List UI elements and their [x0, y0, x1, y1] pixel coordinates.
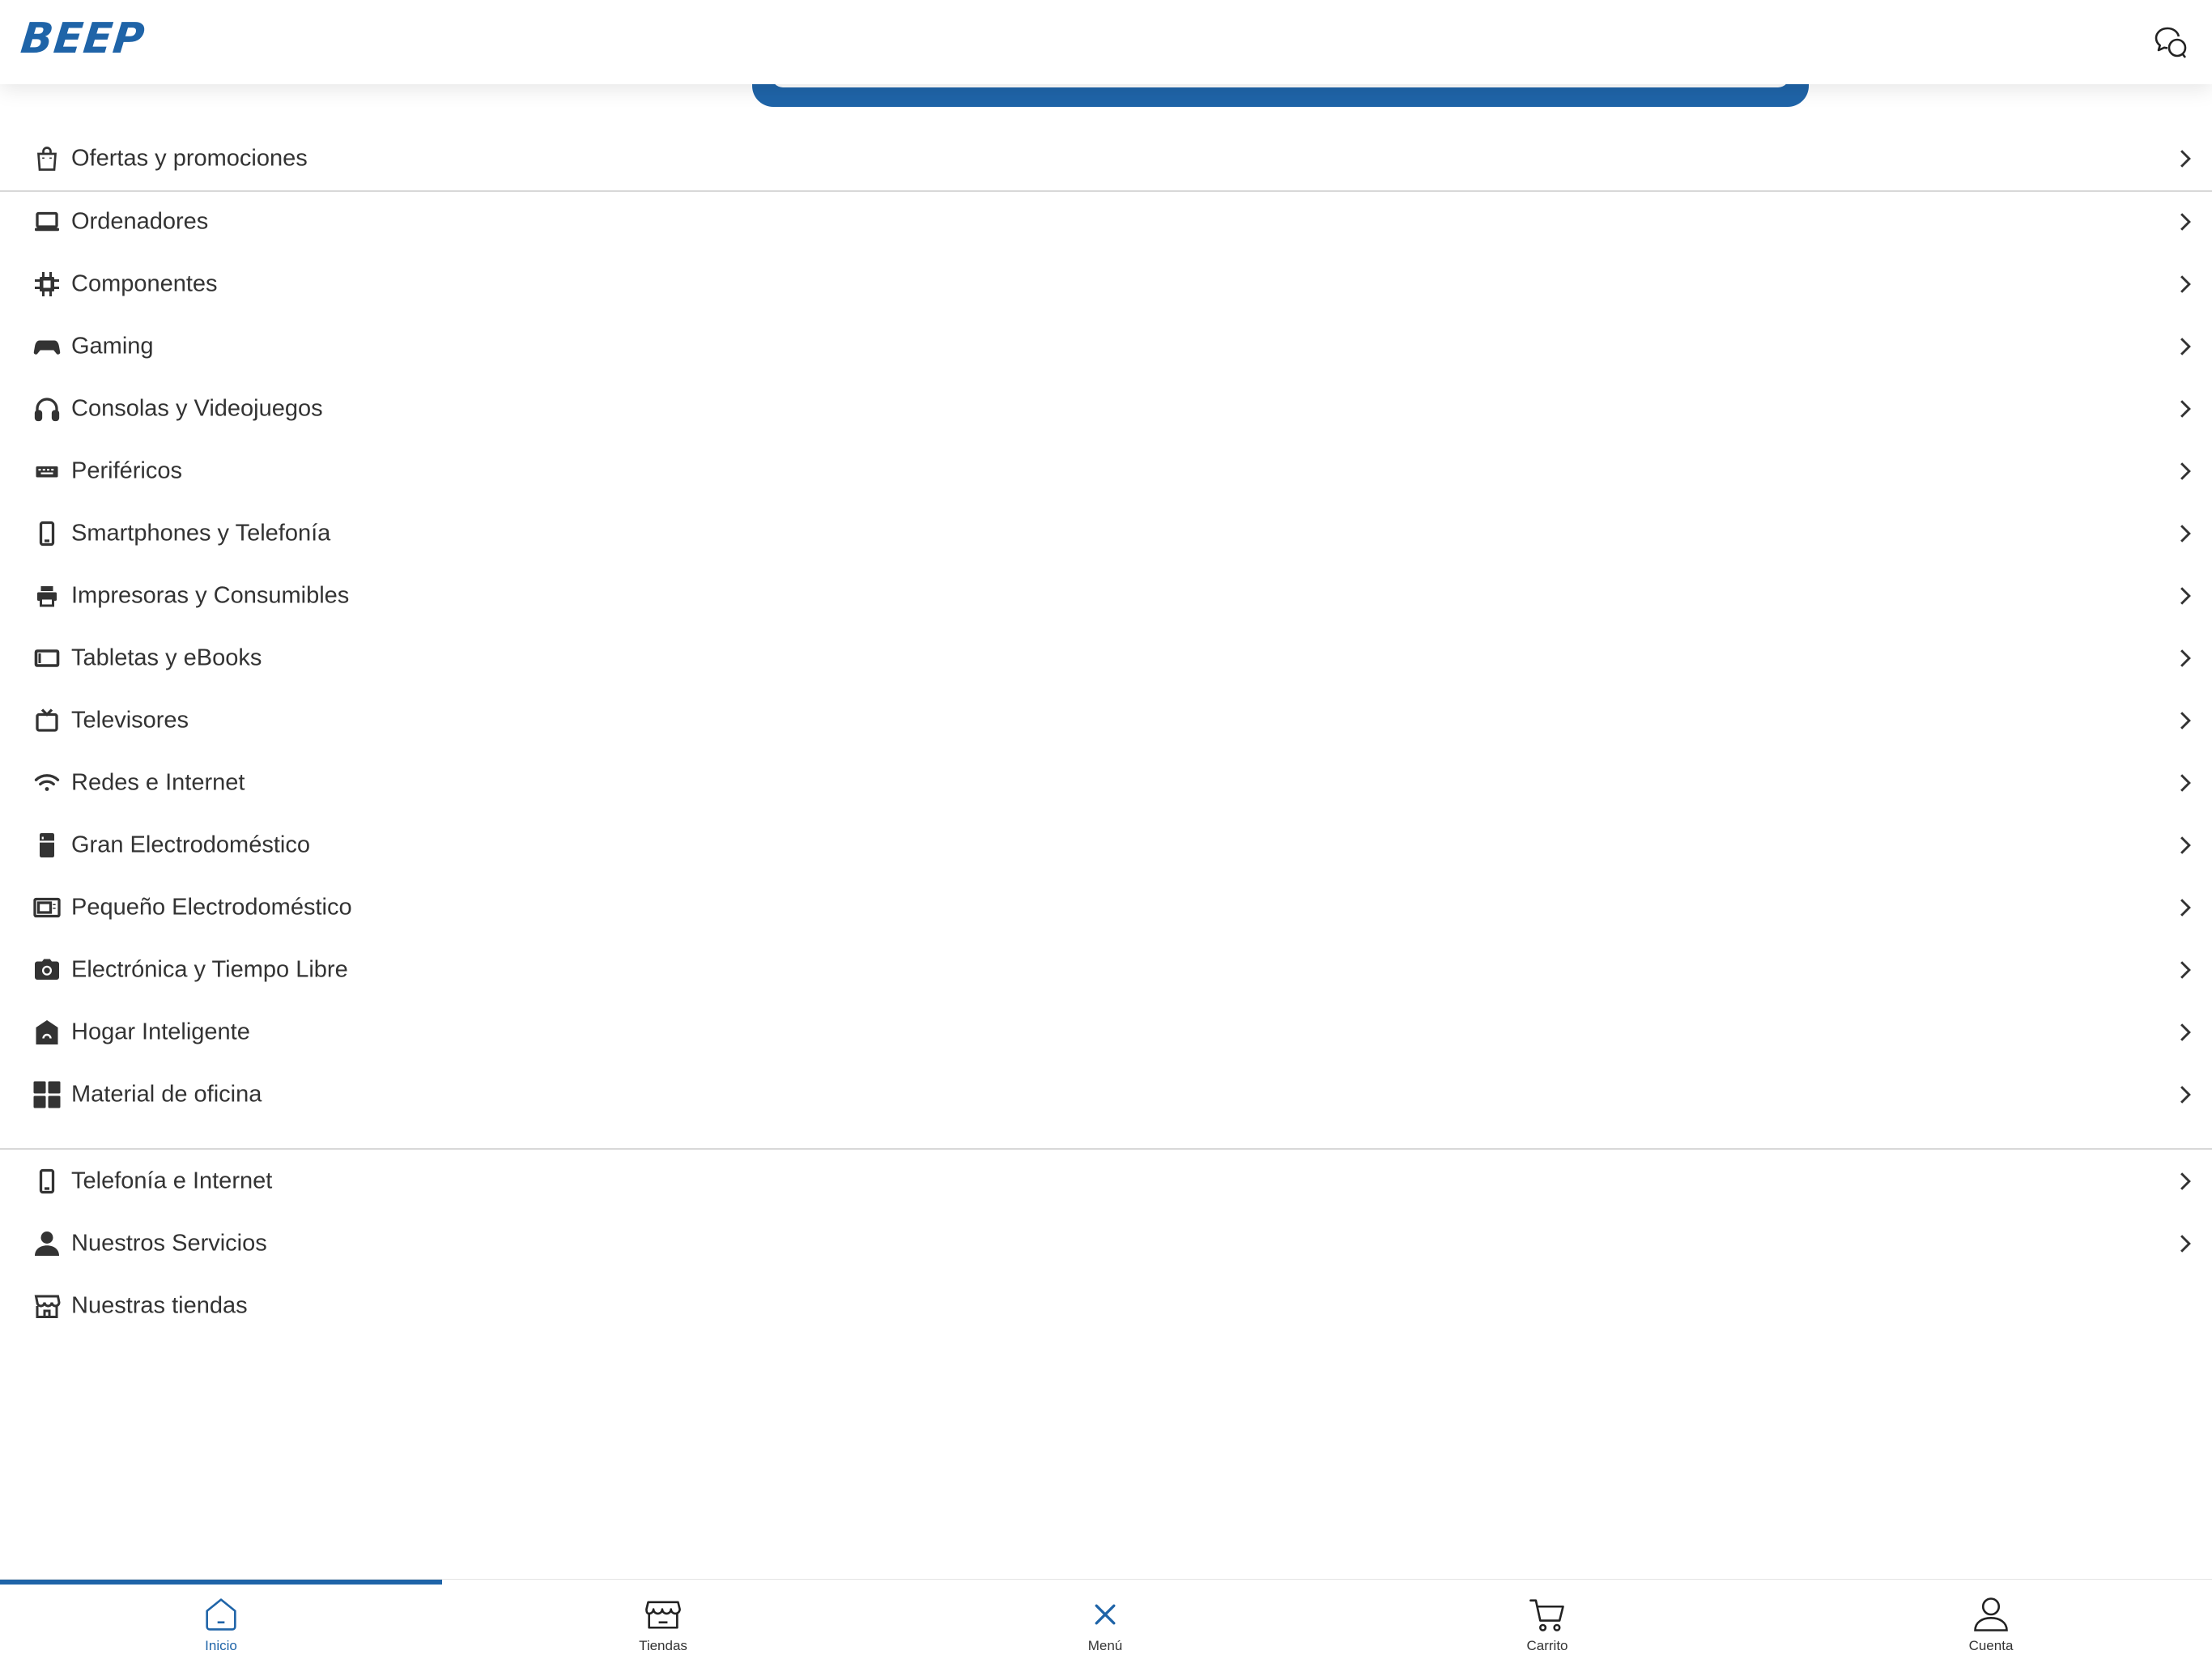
- menu-item-redes[interactable]: Redes e Internet: [0, 752, 2212, 814]
- menu-item-label: Pequeño Electrodoméstico: [71, 894, 352, 921]
- menu-item-label: Nuestros Servicios: [71, 1230, 267, 1257]
- chevron-right-icon: [2180, 774, 2191, 792]
- menu-item-label: Televisores: [71, 707, 189, 734]
- menu-item-label: Tabletas y eBooks: [71, 644, 262, 671]
- headset-icon: [31, 393, 63, 425]
- menu-item-gaming[interactable]: Gaming: [0, 316, 2212, 377]
- menu-item-label: Impresoras y Consumibles: [71, 582, 350, 609]
- person-icon: [31, 1227, 63, 1260]
- menu-item-electronica[interactable]: Electrónica y Tiempo Libre: [0, 939, 2212, 1001]
- store-icon: [31, 1290, 63, 1322]
- smartphone-icon: [31, 517, 63, 550]
- tablet-icon: [31, 642, 63, 674]
- grid-icon: [31, 1078, 63, 1111]
- tab-carrito[interactable]: Carrito: [1326, 1585, 1768, 1659]
- smartphone-icon: [31, 1165, 63, 1197]
- tab-label: Tiendas: [639, 1638, 687, 1653]
- gamepad-icon: [31, 330, 63, 363]
- chevron-right-icon: [2180, 649, 2191, 667]
- chat-bubbles-icon: [2155, 27, 2187, 58]
- close-icon: [1083, 1593, 1127, 1636]
- chevron-right-icon: [2180, 1086, 2191, 1104]
- chevron-right-icon: [2180, 275, 2191, 293]
- chevron-right-icon: [2180, 150, 2191, 168]
- wifi-icon: [31, 767, 63, 799]
- menu-item-nuestros-servicios[interactable]: Nuestros Servicios: [0, 1213, 2212, 1274]
- menu-item-label: Redes e Internet: [71, 769, 245, 796]
- chevron-right-icon: [2180, 587, 2191, 605]
- store-icon: [641, 1593, 685, 1636]
- brand-logo[interactable]: BEEP: [19, 15, 147, 63]
- fridge-icon: [31, 829, 63, 861]
- app-header: BEEP: [0, 0, 2212, 84]
- chevron-right-icon: [2180, 400, 2191, 418]
- bottom-nav: Inicio Tiendas Menú Carrito Cuenta: [0, 1579, 2212, 1659]
- menu-item-ordenadores[interactable]: Ordenadores: [0, 191, 2212, 253]
- menu-item-label: Ordenadores: [71, 208, 209, 235]
- menu-item-perifericos[interactable]: Periféricos: [0, 440, 2212, 502]
- menu-item-label: Nuestras tiendas: [71, 1292, 248, 1319]
- chevron-right-icon: [2180, 1172, 2191, 1190]
- menu-item-ofertas[interactable]: Ofertas y promociones: [0, 128, 2212, 189]
- menu-item-tabletas[interactable]: Tabletas y eBooks: [0, 627, 2212, 689]
- chevron-right-icon: [2180, 1023, 2191, 1041]
- menu-item-consolas[interactable]: Consolas y Videojuegos: [0, 378, 2212, 440]
- chevron-right-icon: [2180, 836, 2191, 854]
- menu-item-pequeno-electrodomestico[interactable]: Pequeño Electrodoméstico: [0, 877, 2212, 938]
- chat-button[interactable]: [2147, 19, 2194, 66]
- menu-item-label: Gran Electrodoméstico: [71, 832, 310, 858]
- tab-label: Inicio: [205, 1638, 237, 1653]
- divider: [0, 1148, 2212, 1150]
- menu-item-hogar-inteligente[interactable]: Hogar Inteligente: [0, 1002, 2212, 1063]
- menu-item-label: Electrónica y Tiempo Libre: [71, 956, 348, 983]
- printer-icon: [31, 580, 63, 612]
- menu-item-componentes[interactable]: Componentes: [0, 253, 2212, 315]
- tab-label: Menú: [1087, 1638, 1123, 1653]
- menu-item-nuestras-tiendas[interactable]: Nuestras tiendas: [0, 1275, 2212, 1337]
- menu-item-label: Material de oficina: [71, 1081, 262, 1108]
- chevron-right-icon: [2180, 1235, 2191, 1253]
- chevron-right-icon: [2180, 712, 2191, 730]
- menu-item-smartphones[interactable]: Smartphones y Telefonía: [0, 503, 2212, 564]
- menu-item-label: Ofertas y promociones: [71, 145, 308, 172]
- laptop-icon: [31, 206, 63, 238]
- menu-item-label: Componentes: [71, 270, 218, 297]
- microwave-icon: [31, 891, 63, 924]
- menu-item-impresoras[interactable]: Impresoras y Consumibles: [0, 565, 2212, 627]
- tab-label: Carrito: [1526, 1638, 1568, 1653]
- camera-icon: [31, 954, 63, 986]
- tv-icon: [31, 704, 63, 737]
- menu-item-material-oficina[interactable]: Material de oficina: [0, 1064, 2212, 1125]
- menu-item-label: Consolas y Videojuegos: [71, 395, 323, 422]
- menu-item-telefonia-internet[interactable]: Telefonía e Internet: [0, 1151, 2212, 1212]
- tab-inicio[interactable]: Inicio: [0, 1585, 442, 1659]
- menu-item-televisores[interactable]: Televisores: [0, 690, 2212, 751]
- chevron-right-icon: [2180, 338, 2191, 355]
- tab-label: Cuenta: [1968, 1638, 2014, 1653]
- home-icon: [199, 1593, 243, 1636]
- cart-icon: [1525, 1593, 1569, 1636]
- chevron-right-icon: [2180, 213, 2191, 231]
- tab-menu[interactable]: Menú: [884, 1585, 1326, 1659]
- chevron-right-icon: [2180, 961, 2191, 979]
- shopping-bag-icon: [31, 143, 63, 175]
- user-icon: [1969, 1593, 2013, 1636]
- menu-item-label: Telefonía e Internet: [71, 1168, 273, 1194]
- menu-item-label: Hogar Inteligente: [71, 1019, 250, 1045]
- chevron-right-icon: [2180, 899, 2191, 917]
- smart-home-icon: [31, 1016, 63, 1049]
- tab-tiendas[interactable]: Tiendas: [442, 1585, 884, 1659]
- menu-item-label: Smartphones y Telefonía: [71, 520, 331, 547]
- chevron-right-icon: [2180, 462, 2191, 480]
- keyboard-icon: [31, 455, 63, 487]
- menu-item-gran-electrodomestico[interactable]: Gran Electrodoméstico: [0, 815, 2212, 876]
- menu-item-label: Periféricos: [71, 457, 182, 484]
- chip-icon: [31, 268, 63, 300]
- chevron-right-icon: [2180, 525, 2191, 542]
- tab-cuenta[interactable]: Cuenta: [1770, 1585, 2212, 1659]
- menu-item-label: Gaming: [71, 333, 154, 359]
